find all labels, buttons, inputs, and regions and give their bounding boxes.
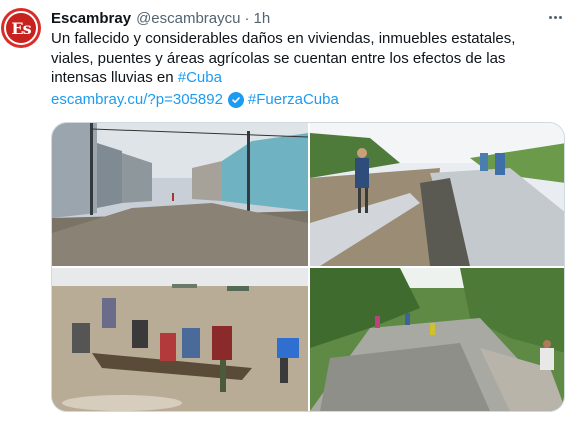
tweet-header: Escambray @escambraycu · 1h: [51, 8, 270, 28]
check-icon: [227, 92, 244, 108]
photo-flooded-street[interactable]: [52, 123, 308, 266]
photo-rubble-road[interactable]: [310, 268, 564, 411]
avatar-logo: Es: [4, 11, 38, 45]
avatar-logo-text: Es: [11, 18, 31, 38]
more-options-icon[interactable]: [544, 6, 566, 28]
user-handle[interactable]: @escambraycu: [136, 10, 240, 27]
article-link[interactable]: escambray.cu/?p=305892: [51, 90, 223, 110]
timestamp[interactable]: 1h: [254, 10, 271, 27]
separator-dot: ·: [244, 9, 250, 27]
tweet-links: escambray.cu/?p=305892 #FuerzaCuba: [51, 90, 339, 110]
photo-boat-rescue[interactable]: [52, 268, 308, 411]
tweet-text-content: Un fallecido y considerables daños en vi…: [51, 30, 516, 86]
display-name[interactable]: Escambray: [51, 10, 131, 27]
more-dot: [558, 15, 562, 19]
media-grid: [51, 122, 565, 412]
avatar[interactable]: Es: [1, 8, 41, 48]
hashtag-fuerzacuba[interactable]: #FuerzaCuba: [248, 90, 339, 110]
more-dot: [553, 15, 557, 19]
photo-damaged-road[interactable]: [310, 123, 564, 266]
more-dot: [548, 15, 552, 19]
hashtag-cuba[interactable]: #Cuba: [178, 69, 222, 86]
tweet-text: Un fallecido y considerables daños en vi…: [51, 29, 551, 88]
